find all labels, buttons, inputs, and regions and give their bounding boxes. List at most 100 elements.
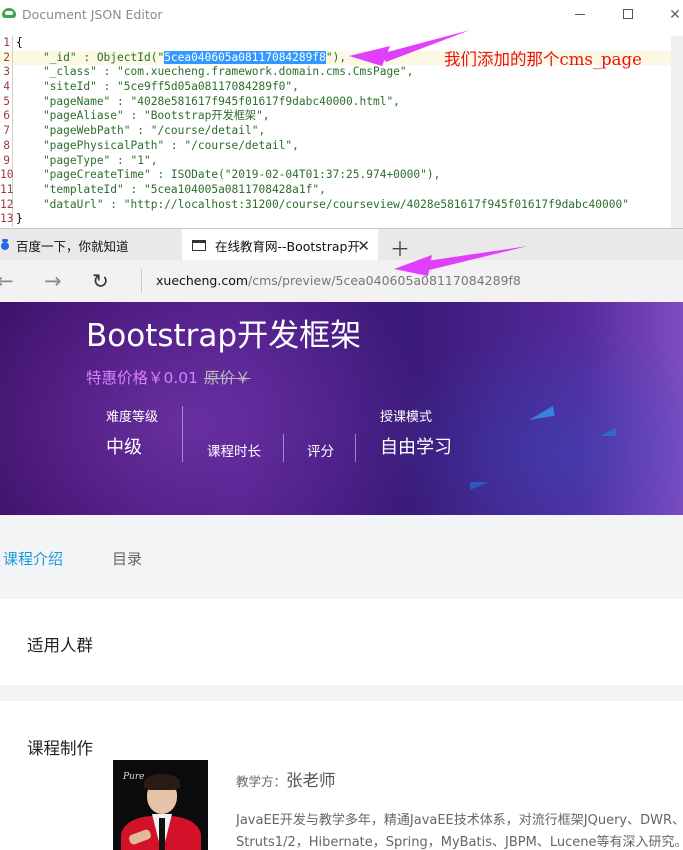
difficulty-value: 中级 — [106, 437, 142, 458]
line-number: 10 — [0, 168, 14, 183]
code-line: 11 "templateId" : "5cea104005a0811708428… — [0, 182, 683, 198]
teacher-desc-line: JavaEE开发与教学多年，精通JavaEE技术体系，对流行框架JQuery、D… — [236, 813, 683, 828]
maximize-button[interactable] — [613, 4, 643, 24]
line-number: 8 — [0, 138, 13, 154]
line-number: 11 — [0, 182, 14, 198]
maximize-icon — [623, 9, 633, 19]
browser-navbar: ← → ↻ xuecheng.com/cms/preview/5cea04060… — [0, 260, 683, 302]
divider — [283, 434, 284, 462]
line-number: 6 — [0, 109, 13, 125]
photo-tie — [159, 818, 165, 850]
window-title: Document JSON Editor — [22, 6, 163, 22]
teacher-desc-line: Struts1/2，Hibernate，Spring，MyBatis、JBPM、… — [236, 835, 683, 850]
editor-scrollbar[interactable] — [671, 36, 683, 228]
code-line: 9 "pageType" : "1", — [0, 153, 683, 169]
code-text: "dataUrl" : "http://localhost:31200/cour… — [16, 197, 629, 211]
section-gap — [0, 685, 683, 701]
line-number: 2 — [0, 50, 13, 66]
url-host: xuecheng.com — [156, 273, 249, 288]
teacher-line: 教学方：张老师 — [236, 767, 336, 791]
new-tab-button[interactable]: ＋ — [390, 233, 410, 262]
code-text: "_class" : "com.xuecheng.framework.domai… — [16, 65, 414, 79]
rating-label: 评分 — [307, 444, 334, 460]
difficulty-block: 难度等级 中级 — [106, 406, 158, 459]
discount-price: 特惠价格￥0.01 — [86, 369, 199, 387]
teacher-name: 张老师 — [286, 771, 336, 790]
line-number: 13 — [0, 212, 14, 227]
line-number: 3 — [0, 65, 13, 81]
code-text: "pageAliase" : "Bootstrap开发框架", — [16, 109, 270, 123]
code-text: "pageWebPath" : "/course/detail", — [16, 124, 266, 138]
code-line: 4 "siteId" : "5ce9ff5d05a08117084289f0", — [0, 80, 683, 95]
original-price: 原价￥ — [204, 369, 251, 387]
code-line: 7 "pageWebPath" : "/course/detail", — [0, 124, 683, 139]
url-path: /cms/preview/5cea040605a08117084289f8 — [248, 273, 521, 288]
course-title: Bootstrap开发框架 — [86, 318, 362, 354]
browser-tab-bar: 百度一下，你就知道 在线教育网--Bootstrap开 ✕ ＋ — [0, 228, 683, 262]
code-text: "), — [325, 50, 347, 64]
decor-shard — [527, 405, 555, 421]
line-number: 4 — [0, 80, 13, 95]
refresh-icon[interactable]: ↻ — [92, 269, 109, 293]
close-tab-icon[interactable]: ✕ — [357, 237, 370, 255]
browser-window: 百度一下，你就知道 在线教育网--Bootstrap开 ✕ ＋ ← → ↻ xu… — [0, 228, 683, 850]
line-number: 12 — [0, 197, 14, 213]
decor-shard — [600, 428, 616, 436]
teacher-description: JavaEE开发与教学多年，精通JavaEE技术体系，对流行框架JQuery、D… — [236, 810, 683, 850]
selected-object-id[interactable]: 5cea040605a08117084289f8 — [164, 50, 326, 64]
course-hero-banner: Bootstrap开发框架 特惠价格￥0.01 原价￥ 难度等级 中级 课程时长 … — [0, 302, 683, 515]
production-title: 课程制作 — [27, 739, 93, 758]
baidu-paw-icon — [0, 239, 10, 251]
json-editor-window: Document JSON Editor ✕ 1{ 2 "_id" : Obje… — [0, 0, 683, 228]
code-line: 5 "pageName" : "4028e581617f945f01617f9d… — [0, 94, 683, 110]
minimize-button[interactable] — [565, 4, 595, 24]
forward-arrow-icon[interactable]: → — [44, 269, 62, 293]
code-text: { — [16, 36, 23, 49]
price-row: 特惠价格￥0.01 原价￥ — [86, 366, 251, 388]
production-section: 课程制作 Pure 教学方：张老师 JavaEE开发与教学多年，精通JavaEE… — [0, 701, 683, 850]
annotation-note: 我们添加的那个cms_page — [444, 50, 642, 69]
photo-hair — [144, 774, 180, 790]
code-text: } — [16, 212, 23, 226]
minimize-icon — [575, 13, 585, 15]
line-number: 5 — [0, 94, 13, 110]
app-leaf-icon — [2, 8, 16, 20]
code-text: "_id" : ObjectId(" — [16, 50, 165, 64]
tab-xuecheng-active[interactable]: 在线教育网--Bootstrap开 ✕ — [182, 229, 378, 261]
code-line: 12 "dataUrl" : "http://localhost:31200/c… — [0, 197, 683, 213]
code-text: "pageType" : "1", — [16, 153, 158, 167]
close-window-button[interactable]: ✕ — [660, 4, 683, 24]
mode-label: 授课模式 — [380, 410, 433, 425]
tab-course-intro[interactable]: 课程介绍 — [3, 548, 63, 569]
back-arrow-icon[interactable]: ← — [0, 269, 14, 293]
code-text: "templateId" : "5cea104005a0811708428a1f… — [16, 182, 326, 196]
divider — [182, 406, 183, 462]
duration-label: 课程时长 — [207, 444, 261, 460]
code-text: "siteId" : "5ce9ff5d05a08117084289f0", — [16, 80, 299, 94]
photo-caption: Pure — [123, 772, 145, 782]
divider — [355, 434, 356, 462]
mode-value: 自由学习 — [380, 437, 452, 458]
line-number: 1 — [0, 36, 13, 51]
page-icon — [192, 239, 206, 251]
duration-block: 课程时长 — [207, 440, 261, 460]
decor-shard — [470, 482, 490, 490]
address-bar[interactable]: xuecheng.com/cms/preview/5cea040605a0811… — [141, 269, 521, 293]
course-tabs: 课程介绍 目录 — [0, 515, 683, 599]
code-text: "pageCreateTime" : ISODate("2019-02-04T0… — [16, 168, 441, 182]
tab-label: 在线教育网--Bootstrap开 — [215, 238, 360, 254]
code-text: "pagePhysicalPath" : "/course/detail", — [16, 138, 299, 152]
tab-baidu[interactable]: 百度一下，你就知道 — [0, 229, 180, 261]
difficulty-label: 难度等级 — [106, 410, 159, 425]
tab-label: 百度一下，你就知道 — [16, 238, 129, 254]
tab-table-of-contents[interactable]: 目录 — [112, 548, 142, 569]
teacher-photo: Pure — [113, 760, 208, 850]
code-line: 8 "pagePhysicalPath" : "/course/detail", — [0, 138, 683, 154]
rating-block: 评分 — [307, 440, 334, 460]
line-number: 9 — [0, 153, 13, 169]
audience-section: 适用人群 — [0, 599, 683, 685]
mode-block: 授课模式 自由学习 — [380, 406, 452, 459]
audience-title: 适用人群 — [27, 636, 93, 655]
code-line: 10 "pageCreateTime" : ISODate("2019-02-0… — [0, 168, 683, 183]
teacher-prefix: 教学方： — [236, 774, 287, 789]
